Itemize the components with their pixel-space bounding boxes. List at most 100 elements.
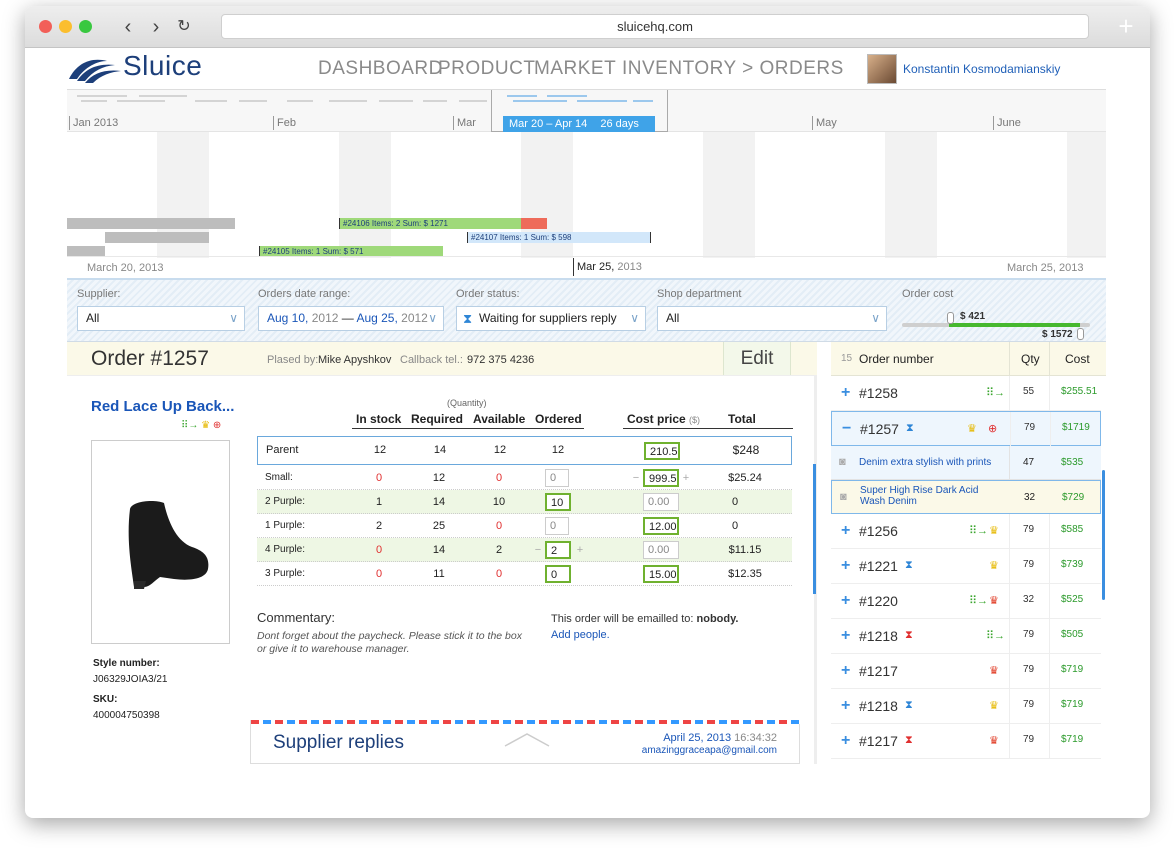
plus-icon[interactable]: + (575, 538, 585, 562)
chevron-down-icon: ∨ (630, 311, 639, 325)
expand-icon[interactable]: + (841, 522, 850, 540)
cost-price-input[interactable]: 12.00 (643, 517, 679, 535)
col-qty[interactable]: Qty (1021, 352, 1040, 366)
list-subitem-selected[interactable]: ◙ Super High Rise Dark Acid Wash Denim 3… (831, 480, 1101, 514)
date-range-select[interactable]: Aug 10, 2012 — Aug 25, 2012 ∨ (258, 306, 444, 331)
order-qty: 79 (1023, 699, 1035, 710)
collapse-icon[interactable]: − (842, 420, 851, 438)
placed-by-label: Plased by: (267, 354, 319, 366)
edit-button[interactable]: Edit (723, 342, 791, 375)
expand-icon[interactable]: + (841, 732, 850, 750)
product-image[interactable] (91, 440, 230, 644)
order-number: #1256 (859, 523, 898, 539)
available: 12 (493, 444, 507, 456)
nav-market[interactable]: MARKET (534, 58, 616, 80)
table-row: 3 Purple: 0 11 0 0 15.00 $12.35 (257, 562, 792, 586)
expand-icon[interactable]: + (841, 592, 850, 610)
col-sep (1009, 654, 1010, 689)
list-item[interactable]: + #1221 ⧗ ♛ 79 $739 (831, 549, 1101, 584)
ordered-input[interactable]: 2 (545, 541, 571, 559)
expand-icon[interactable]: + (841, 557, 850, 575)
date-from: Aug 10, (267, 311, 309, 325)
detail-scrollbar[interactable] (813, 464, 816, 594)
order-number: #1257 (860, 421, 899, 437)
user-name[interactable]: Konstantin Kosmodamianskiy (903, 62, 1060, 76)
gantt-bar-24106[interactable]: #24106 Items: 2 Sum: $ 1271 (339, 218, 521, 229)
gantt-bar-past[interactable] (67, 218, 235, 229)
list-item-selected[interactable]: − #1257 ⧗ ♛ ⊕ 79 $1719 (831, 411, 1101, 447)
timeline-overview[interactable]: Jan 2013 Feb Mar May June Mar 20 – Apr 1… (67, 90, 1106, 132)
reply-email[interactable]: amazinggraceapa@gmail.com (642, 745, 777, 756)
list-item[interactable]: + #1256 ⠿→ ♛ 79 $585 (831, 514, 1101, 549)
cost-price-input[interactable]: 15.00 (643, 565, 679, 583)
crown-icon: ♛ (989, 525, 999, 537)
nav-dashboard[interactable]: DASHBOARD (318, 58, 443, 80)
list-subitem[interactable]: ◙ Denim extra stylish with prints 47 $53… (831, 446, 1101, 480)
list-scrollbar[interactable] (1102, 470, 1105, 600)
close-window-icon[interactable] (39, 20, 52, 33)
date-to: Aug 25, (356, 311, 398, 325)
minus-icon[interactable]: − (631, 466, 641, 490)
cost-price-input[interactable]: 0.00 (643, 541, 679, 559)
department-value: All (666, 311, 680, 325)
subitem-cost: $729 (1062, 492, 1085, 503)
status-select[interactable]: ⧗ Waiting for suppliers reply ∨ (456, 306, 646, 331)
list-item[interactable]: + #1218 ⧗ ⠿→ 79 $505 (831, 619, 1101, 654)
list-item[interactable]: + #1220 ⠿→ ♛ 32 $525 (831, 584, 1101, 619)
gantt-weekend-band (1067, 132, 1106, 258)
crown-red-icon: ♛ (989, 735, 999, 747)
address-bar[interactable]: sluicehq.com (221, 14, 1089, 39)
product-name[interactable]: Red Lace Up Back... (91, 398, 234, 415)
maximize-window-icon[interactable] (79, 20, 92, 33)
minus-icon[interactable]: − (533, 538, 543, 562)
expand-icon[interactable]: + (841, 697, 850, 715)
minimize-window-icon[interactable] (59, 20, 72, 33)
col-sep (1049, 514, 1050, 549)
col-order-number[interactable]: Order number (859, 352, 934, 366)
forward-icon[interactable]: › (143, 14, 169, 40)
gantt-bar-24106-overdue[interactable] (521, 218, 547, 229)
date-from-year: 2012 (311, 311, 339, 325)
supplier-replies-card[interactable]: Supplier replies April 25, 2013 16:34:32… (250, 720, 801, 764)
avatar[interactable] (867, 54, 897, 84)
add-people-link[interactable]: Add people. (551, 629, 610, 641)
sku-value: 400004750398 (93, 710, 160, 721)
expand-icon[interactable]: + (841, 384, 850, 402)
stop-icon: ⊕ (988, 423, 998, 435)
department-select[interactable]: All ∨ (657, 306, 887, 331)
cost-price-input[interactable]: 999.5 (643, 469, 679, 487)
supplier-replies-title: Supplier replies (273, 732, 404, 753)
cost-price-input[interactable]: 0.00 (643, 493, 679, 511)
expand-icon[interactable]: + (841, 662, 850, 680)
expand-icon[interactable]: + (841, 627, 850, 645)
commentary-text[interactable]: Dont forget about the paycheck. Please s… (257, 630, 532, 656)
list-item[interactable]: + #1258 ⠿→ 55 $255.51 (831, 376, 1101, 411)
plus-icon[interactable]: + (681, 466, 691, 490)
cost-max-handle[interactable] (1077, 328, 1084, 340)
nav-inventory-orders[interactable]: INVENTORY > ORDERS (622, 58, 844, 80)
cost-min-handle[interactable] (947, 312, 954, 324)
supplier-select[interactable]: All ∨ (77, 306, 245, 331)
col-sep (1049, 724, 1050, 759)
list-item[interactable]: + #1217 ⧗ ♛ 79 $719 (831, 724, 1101, 759)
ordered-input[interactable]: 0 (545, 469, 569, 487)
gantt-bar-24107[interactable]: #24107 Items: 1 Sum: $ 598 (467, 232, 651, 243)
selected-range[interactable]: Mar 20 – Apr 14 26 days (503, 116, 655, 132)
ordered-input[interactable]: 0 (545, 517, 569, 535)
ordered-input[interactable]: 0 (545, 565, 571, 583)
list-item[interactable]: + #1217 ♛ 79 $719 (831, 654, 1101, 689)
table-row[interactable]: Parent 12 14 12 12 210.5 $248 (257, 436, 792, 465)
ordered-input[interactable]: 10 (545, 493, 571, 511)
reload-icon[interactable]: ↻ (171, 14, 197, 40)
new-tab-icon[interactable]: + (1113, 12, 1139, 40)
chevron-up-icon[interactable] (503, 732, 551, 748)
col-cost[interactable]: Cost (1065, 352, 1090, 366)
list-item[interactable]: + #1218 ⧗ ♛ 79 $719 (831, 689, 1101, 724)
cost-price-input[interactable]: 210.5 (644, 442, 680, 460)
gantt-bar-past[interactable] (105, 232, 209, 243)
reply-time: 16:34:32 (734, 732, 777, 744)
back-icon[interactable]: ‹ (115, 14, 141, 40)
cost-slider-track[interactable] (902, 323, 1090, 327)
nav-product[interactable]: PRODUCT (438, 58, 535, 80)
date-range-label: Orders date range: (258, 288, 351, 300)
